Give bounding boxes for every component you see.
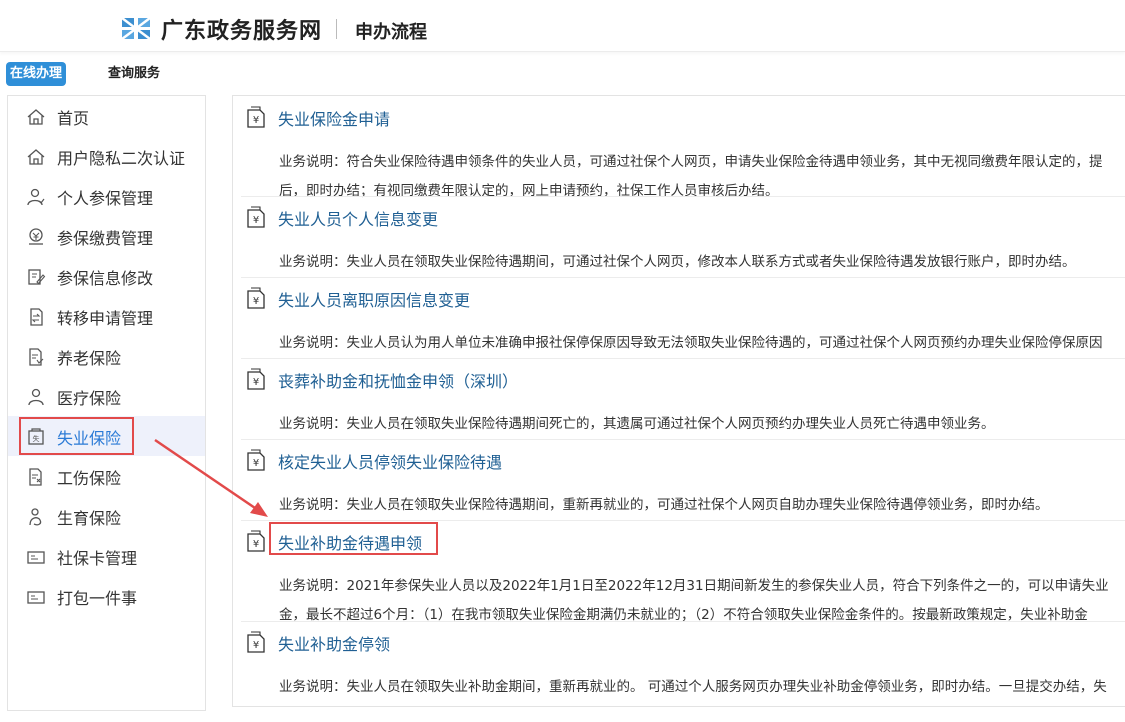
svg-text:¥: ¥ xyxy=(253,377,259,388)
edit-icon xyxy=(28,269,46,285)
sidebar-item-medical[interactable]: 医疗保险 xyxy=(8,376,205,416)
sidebar: 首页 用户隐私二次认证 个人参保管理 参保缴费管理 参保信息修改 转移申请管理 … xyxy=(7,95,206,711)
gd-gov-logo-icon[interactable] xyxy=(120,15,152,41)
payment-icon xyxy=(29,228,43,245)
yuan-document-icon: ¥ xyxy=(247,530,265,552)
yuan-document-icon: ¥ xyxy=(247,106,265,128)
divider xyxy=(241,621,1125,622)
sidebar-item-label: 转移申请管理 xyxy=(57,309,154,328)
home-icon xyxy=(27,109,45,125)
sidebar-item-info-edit[interactable]: 参保信息修改 xyxy=(8,256,205,296)
sidebar-item-maternity[interactable]: 生育保险 xyxy=(8,496,205,536)
annotation-highlight-box xyxy=(19,417,134,455)
list-item: ¥ 丧葬补助金和抚恤金申领（深圳） 业务说明：失业人员在领取失业保险待遇期间死亡… xyxy=(233,358,1125,439)
sidebar-item-label: 参保信息修改 xyxy=(57,269,154,288)
yuan-document-icon: ¥ xyxy=(247,206,265,228)
service-description: 业务说明：失业人员在领取失业保险待遇期间，重新再就业的，可通过社保个人网页自助办… xyxy=(279,491,1125,520)
site-title[interactable]: 广东政务服务网 xyxy=(161,13,322,45)
service-description: 业务说明：失业人员在领取失业保险待遇期间死亡的，其遗属可通过社保个人网页预约办理… xyxy=(279,410,1125,439)
service-title-link[interactable]: 失业人员离职原因信息变更 xyxy=(278,287,470,311)
svg-text:¥: ¥ xyxy=(253,458,259,469)
list-item: ¥ 失业人员离职原因信息变更 业务说明：失业人员认为用人单位未准确申报社保停保原… xyxy=(233,277,1125,358)
user-icon xyxy=(29,508,42,526)
yuan-document-icon: ¥ xyxy=(247,449,265,471)
sidebar-item-label: 医疗保险 xyxy=(57,389,122,408)
service-title-link[interactable]: 核定失业人员停领失业保险待遇 xyxy=(278,449,502,473)
yuan-document-icon: ¥ xyxy=(247,631,265,653)
service-title-link[interactable]: 失业补助金停领 xyxy=(278,631,390,655)
sidebar-item-label: 个人参保管理 xyxy=(57,189,154,208)
sidebar-item-package[interactable]: 打包一件事 xyxy=(8,576,205,616)
sidebar-item-label: 用户隐私二次认证 xyxy=(57,149,186,168)
service-title-link[interactable]: 失业人员个人信息变更 xyxy=(278,206,438,230)
divider xyxy=(241,439,1125,440)
card-icon xyxy=(27,591,45,604)
list-item: ¥ 失业保险金申请 业务说明：符合失业保险待遇申领条件的失业人员，可通过社保个人… xyxy=(233,96,1125,199)
service-description: 业务说明：失业人员在领取失业补助金期间，重新再就业的。 可通过个人服务网页办理失… xyxy=(279,673,1125,702)
list-item: ¥ 失业人员个人信息变更 业务说明：失业人员在领取失业保险待遇期间，可通过社保个… xyxy=(233,196,1125,277)
sidebar-item-label: 社保卡管理 xyxy=(57,549,138,568)
description-line: 业务说明：符合失业保险待遇申领条件的失业人员，可通过社保个人网页，申请失业保险金… xyxy=(279,154,1103,170)
document-icon xyxy=(29,468,42,486)
service-description: 业务说明：失业人员认为用人单位未准确申报社保停保原因导致无法领取失业保险待遇的，… xyxy=(279,329,1125,358)
description-line: 业务说明：失业人员在领取失业保险待遇期间死亡的，其遗属可通过社保个人网页预约办理… xyxy=(279,416,995,432)
annotation-highlight-box xyxy=(269,522,438,555)
card-icon xyxy=(27,551,45,564)
list-item: ¥ 失业补助金待遇申领 业务说明：2021年参保失业人员以及2022年1月1日至… xyxy=(233,520,1125,623)
header-divider xyxy=(336,19,337,39)
description-line: 业务说明：失业人员在领取失业补助金期间，重新再就业的。 可通过个人服务网页办理失… xyxy=(279,679,1107,695)
list-item: ¥ 核定失业人员停领失业保险待遇 业务说明：失业人员在领取失业保险待遇期间，重新… xyxy=(233,439,1125,520)
user-icon xyxy=(28,388,44,406)
service-title-link[interactable]: 失业保险金申请 xyxy=(278,106,390,130)
svg-text:¥: ¥ xyxy=(253,296,259,307)
home-icon xyxy=(27,149,45,165)
svg-text:¥: ¥ xyxy=(253,640,259,651)
page-subtitle: 申办流程 xyxy=(355,22,427,43)
divider xyxy=(241,196,1125,197)
svg-text:¥: ¥ xyxy=(253,539,259,550)
svg-text:¥: ¥ xyxy=(253,215,259,226)
divider xyxy=(241,520,1125,521)
user-icon xyxy=(27,188,45,206)
sidebar-item-privacy-auth[interactable]: 用户隐私二次认证 xyxy=(8,136,205,176)
document-icon xyxy=(29,348,44,366)
tab-online-service[interactable]: 在线办理 xyxy=(6,62,67,86)
sidebar-item-transfer[interactable]: 转移申请管理 xyxy=(8,296,205,336)
description-line: 业务说明：失业人员在领取失业保险待遇期间，可通过社保个人网页，修改本人联系方式或… xyxy=(279,254,1076,270)
svg-text:¥: ¥ xyxy=(253,115,259,126)
yuan-document-icon: ¥ xyxy=(247,287,265,309)
description-line: 业务说明：2021年参保失业人员以及2022年1月1日至2022年12月31日期… xyxy=(279,578,1109,594)
tab-query-service[interactable]: 查询服务 xyxy=(108,62,160,86)
sidebar-item-personal-insurance[interactable]: 个人参保管理 xyxy=(8,176,205,216)
yuan-document-icon: ¥ xyxy=(247,368,265,390)
service-list: ¥ 失业保险金申请 业务说明：符合失业保险待遇申领条件的失业人员，可通过社保个人… xyxy=(232,95,1125,707)
divider xyxy=(241,277,1125,278)
sidebar-item-label: 打包一件事 xyxy=(57,589,138,608)
list-item: ¥ 失业补助金停领 业务说明：失业人员在领取失业补助金期间，重新再就业的。 可通… xyxy=(233,621,1125,706)
sidebar-item-payment[interactable]: 参保缴费管理 xyxy=(8,216,205,256)
sidebar-item-pension[interactable]: 养老保险 xyxy=(8,336,205,376)
sidebar-item-label: 首页 xyxy=(57,109,90,128)
site-header: 广东政务服务网 申办流程 xyxy=(0,0,1125,52)
service-description: 业务说明：失业人员在领取失业保险待遇期间，可通过社保个人网页，修改本人联系方式或… xyxy=(279,248,1125,277)
divider xyxy=(241,358,1125,359)
description-line: 业务说明：失业人员认为用人单位未准确申报社保停保原因导致无法领取失业保险待遇的，… xyxy=(279,335,1103,351)
sidebar-item-label: 生育保险 xyxy=(57,509,122,528)
transfer-icon xyxy=(30,308,43,326)
sidebar-item-work-injury[interactable]: 工伤保险 xyxy=(8,456,205,496)
sidebar-item-label: 工伤保险 xyxy=(57,469,122,488)
service-title-link[interactable]: 丧葬补助金和抚恤金申领（深圳） xyxy=(278,368,518,392)
sidebar-item-label: 养老保险 xyxy=(57,349,122,368)
sidebar-item-label: 参保缴费管理 xyxy=(57,229,154,248)
sidebar-item-card[interactable]: 社保卡管理 xyxy=(8,536,205,576)
sidebar-item-home[interactable]: 首页 xyxy=(8,96,205,136)
description-line: 业务说明：失业人员在领取失业保险待遇期间，重新再就业的，可通过社保个人网页自助办… xyxy=(279,497,1049,513)
